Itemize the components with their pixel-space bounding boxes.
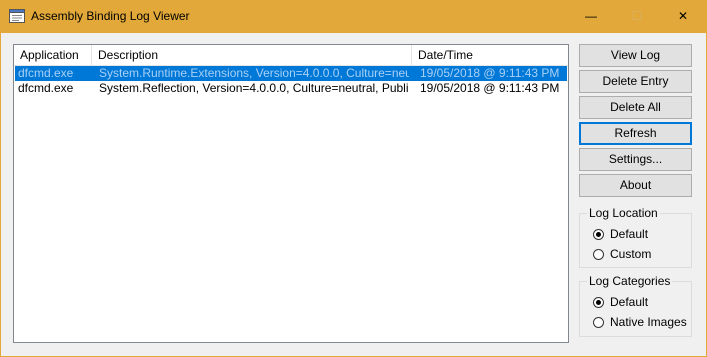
title-bar[interactable]: Assembly Binding Log Viewer — ☐ ✕ <box>0 0 707 33</box>
app-window: Assembly Binding Log Viewer — ☐ ✕ Applic… <box>0 0 707 357</box>
radio-unchecked-icon[interactable] <box>593 248 604 260</box>
log-location-label: Log Location <box>587 206 660 220</box>
cell-datetime: 19/05/2018 @ 9:11:43 PM <box>420 81 560 95</box>
refresh-button[interactable]: Refresh <box>579 122 692 145</box>
settings-button[interactable]: Settings... <box>579 148 692 171</box>
log-location-group: Log Location Default Custom <box>579 206 692 268</box>
option-label: Default <box>610 227 649 241</box>
client-area: Application Description Date/Time dfcmd.… <box>1 33 706 356</box>
maximize-icon: ☐ <box>631 8 643 23</box>
option-label: Native Images <box>610 315 687 329</box>
option-label: Default <box>610 295 649 309</box>
log-categories-label: Log Categories <box>587 274 673 288</box>
app-icon <box>9 9 25 23</box>
column-header-application[interactable]: Application <box>14 45 92 65</box>
radio-unchecked-icon[interactable] <box>593 316 604 328</box>
list-header: Application Description Date/Time <box>14 45 568 66</box>
maximize-button[interactable]: ☐ <box>614 0 660 31</box>
delete-all-button[interactable]: Delete All <box>579 96 692 119</box>
cell-description: System.Reflection, Version=4.0.0.0, Cult… <box>99 81 409 95</box>
option-label: Custom <box>610 247 652 261</box>
minimize-button[interactable]: — <box>568 0 614 31</box>
radio-checked-icon[interactable] <box>593 296 604 308</box>
close-icon: ✕ <box>677 8 689 23</box>
log-categories-native-images-option[interactable]: Native Images <box>593 314 687 330</box>
column-header-description[interactable]: Description <box>92 45 412 65</box>
about-button[interactable]: About <box>579 174 692 197</box>
log-location-default-option[interactable]: Default <box>593 226 648 242</box>
log-categories-default-option[interactable]: Default <box>593 294 648 310</box>
delete-entry-button[interactable]: Delete Entry <box>579 70 692 93</box>
view-log-button[interactable]: View Log <box>579 44 692 67</box>
log-list[interactable]: Application Description Date/Time dfcmd.… <box>13 44 569 343</box>
radio-checked-icon[interactable] <box>593 228 604 240</box>
minimize-icon: — <box>585 8 597 23</box>
cell-application: dfcmd.exe <box>18 81 74 95</box>
cell-datetime: 19/05/2018 @ 9:11:43 PM <box>420 66 560 80</box>
close-button[interactable]: ✕ <box>660 0 706 31</box>
list-item[interactable]: dfcmd.exe System.Reflection, Version=4.0… <box>15 81 567 96</box>
column-header-datetime[interactable]: Date/Time <box>412 45 568 65</box>
log-categories-group: Log Categories Default Native Images <box>579 274 692 337</box>
window-title: Assembly Binding Log Viewer <box>31 9 190 23</box>
cell-application: dfcmd.exe <box>18 66 74 80</box>
cell-description: System.Runtime.Extensions, Version=4.0.0… <box>99 66 409 80</box>
log-location-custom-option[interactable]: Custom <box>593 246 651 262</box>
list-item[interactable]: dfcmd.exe System.Runtime.Extensions, Ver… <box>15 66 567 81</box>
